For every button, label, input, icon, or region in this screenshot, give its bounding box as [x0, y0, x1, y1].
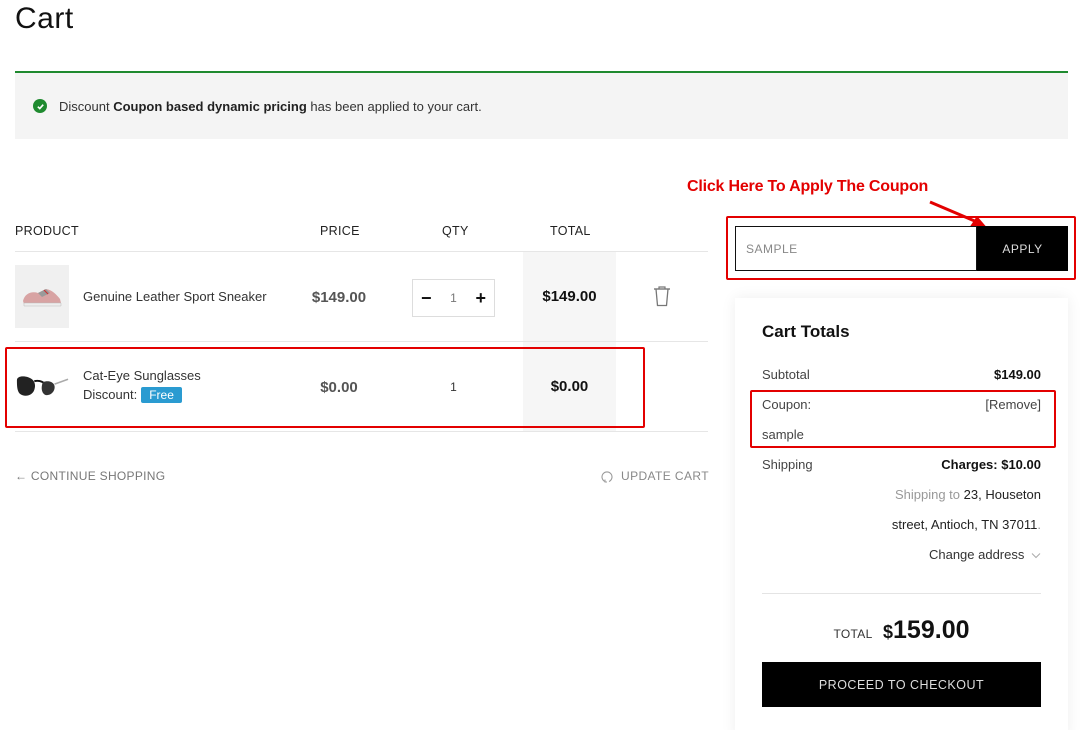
subtotal-value: $149.00 [994, 367, 1041, 382]
shipping-address-line-2-wrap: street, Antioch, TN 37011. [891, 517, 1041, 532]
coupon-form: APPLY [735, 226, 1068, 271]
total-currency: $ [883, 622, 894, 642]
notice-suffix: has been applied to your cart. [310, 98, 482, 114]
update-cart-label: UPDATE CART [621, 469, 709, 483]
totals-divider [762, 593, 1041, 594]
shipping-address-line-1: 23, Houseton [963, 487, 1041, 502]
header-product: PRODUCT [15, 224, 79, 238]
cart-totals-panel: Cart Totals Subtotal $149.00 Coupon: [Re… [735, 298, 1068, 730]
header-qty: QTY [442, 224, 469, 238]
trash-icon[interactable] [653, 285, 671, 312]
product-image-sneaker[interactable] [15, 265, 69, 328]
annotation-text: Click Here To Apply The Coupon [687, 178, 929, 195]
shipping-address-line-2: street, Antioch, TN 37011 [891, 517, 1038, 532]
header-total: TOTAL [550, 224, 591, 238]
table-header: PRODUCT PRICE QTY TOTAL [15, 210, 708, 252]
product-name[interactable]: Genuine Leather Sport Sneaker [83, 289, 267, 304]
discount-notice: Discount Coupon based dynamic pricing ha… [15, 71, 1068, 139]
row-total: $149.00 [523, 252, 616, 341]
apply-coupon-button[interactable]: APPLY [977, 226, 1068, 271]
grand-total: TOTAL $159.00 [735, 616, 1068, 645]
update-cart-button[interactable]: UPDATE CART [601, 469, 709, 483]
change-address-label: Change address [928, 547, 1025, 562]
coupon-code-input[interactable] [735, 226, 977, 271]
quantity-stepper: − 1 + [412, 279, 495, 317]
chevron-down-icon [1031, 553, 1041, 559]
total-label: TOTAL [833, 627, 873, 641]
header-price: PRICE [320, 224, 360, 238]
shipping-destination: Shipping to 23, Houseton [895, 487, 1041, 502]
qty-decrease-button[interactable]: − [421, 289, 432, 307]
notice-prefix: Discount [59, 98, 110, 114]
qty-increase-button[interactable]: + [475, 289, 486, 307]
qty-input[interactable]: 1 [450, 291, 457, 305]
change-address-toggle[interactable]: Change address [929, 547, 1041, 562]
page-title: Cart [15, 2, 74, 35]
product-price: $149.00 [311, 289, 367, 306]
shipping-to-label: Shipping to [894, 487, 961, 502]
subtotal-label: Subtotal [762, 367, 810, 382]
subtotal-row: Subtotal $149.00 [762, 367, 1041, 382]
notice-discount-name: Coupon based dynamic pricing [113, 98, 307, 114]
highlight-coupon-row [750, 390, 1056, 448]
total-amount: 159.00 [893, 616, 970, 644]
shipping-label: Shipping [762, 457, 813, 472]
shipping-charges: Charges: $10.00 [941, 457, 1041, 472]
highlight-free-item [5, 347, 645, 428]
continue-shopping-link[interactable]: ← CONTINUE SHOPPING [15, 469, 165, 483]
refresh-icon [601, 470, 613, 482]
proceed-to-checkout-button[interactable]: PROCEED TO CHECKOUT [762, 662, 1041, 707]
cart-row: Genuine Leather Sport Sneaker $149.00 − … [15, 252, 708, 342]
check-circle-icon [33, 99, 47, 113]
shipping-row: Shipping Charges: $10.00 [762, 457, 1041, 472]
cart-totals-title: Cart Totals [762, 322, 850, 341]
